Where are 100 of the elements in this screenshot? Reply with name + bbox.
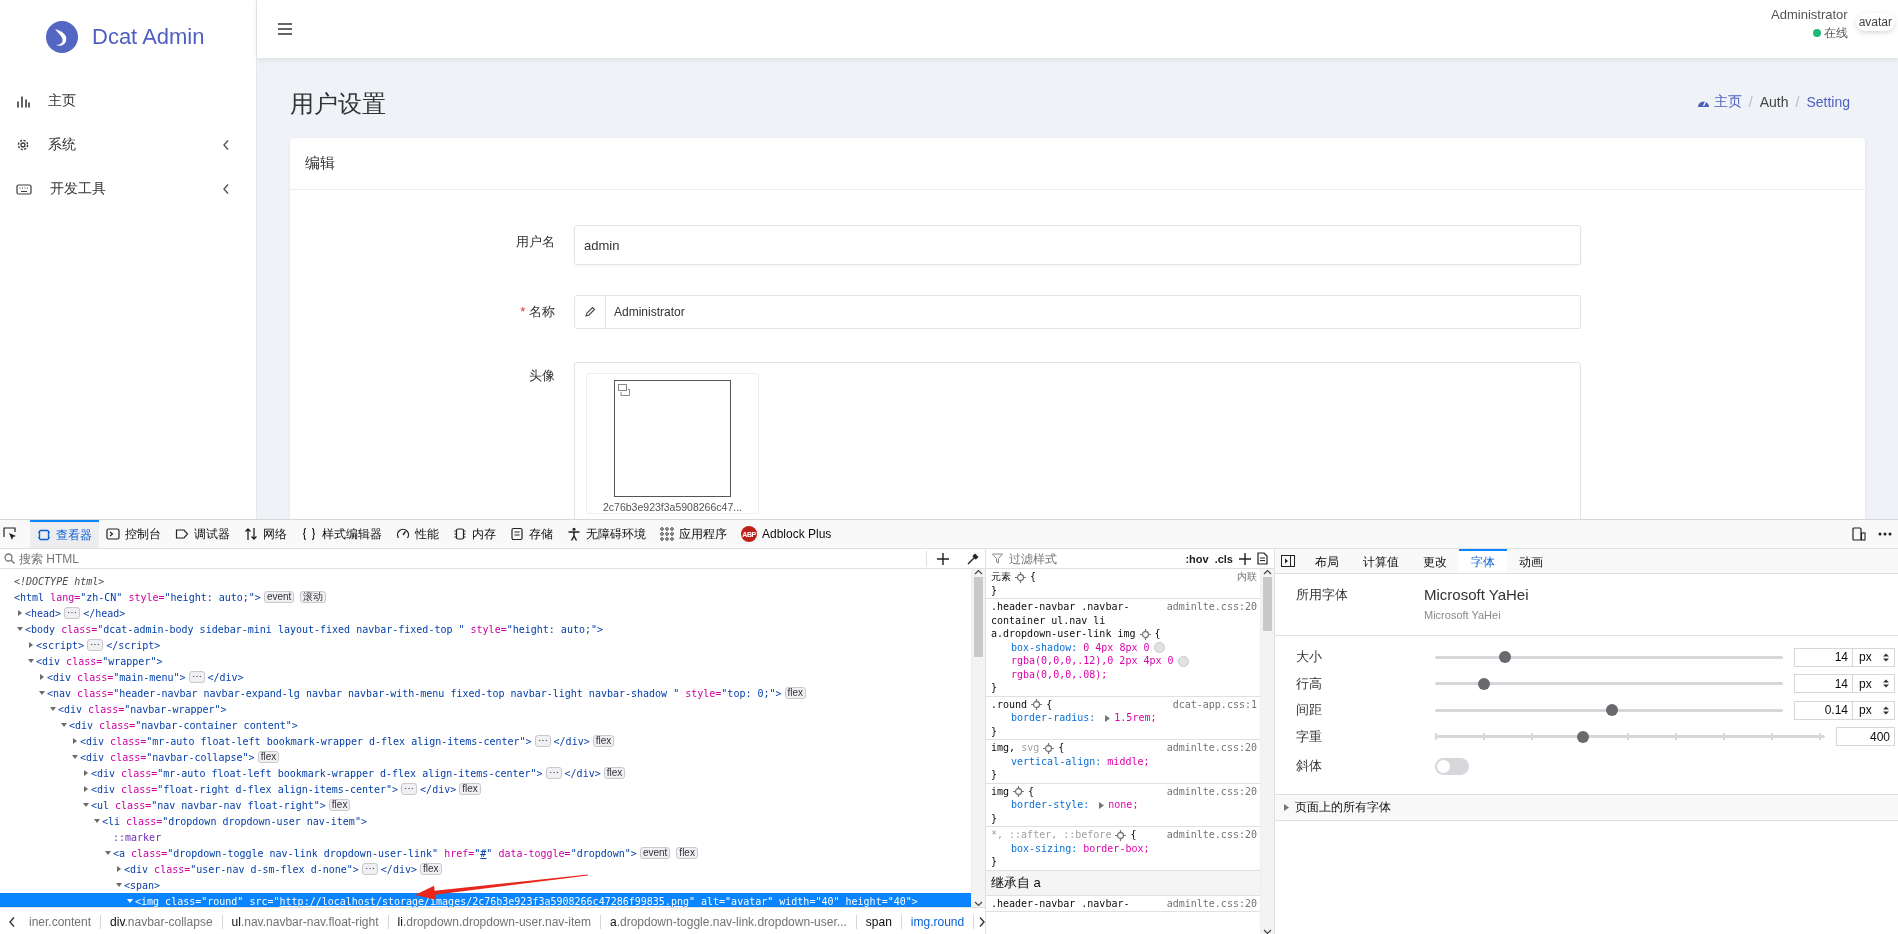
all-fonts-section[interactable]: 页面上的所有字体 <box>1275 794 1898 821</box>
color-swatch[interactable] <box>1177 655 1189 667</box>
filter-field[interactable]: 过滤样式 <box>1009 551 1180 566</box>
expand-triangle-icon[interactable] <box>1104 713 1112 723</box>
color-swatch[interactable] <box>1153 642 1165 653</box>
chevron-right-icon[interactable] <box>978 915 987 928</box>
number-field[interactable]: 0.14 <box>1794 700 1853 720</box>
breadcrumb-node[interactable]: span <box>856 914 902 929</box>
devtools-tab[interactable]: 存储 <box>503 520 560 548</box>
more-icon[interactable] <box>1878 532 1892 536</box>
unit-select[interactable]: px <box>1853 700 1895 720</box>
markup-badge[interactable]: flex <box>419 863 442 875</box>
source-link[interactable]: adminlte.css:20 <box>1166 741 1257 755</box>
devtools-tab[interactable]: 性能 <box>389 520 446 548</box>
expand-triangle-icon[interactable] <box>1098 800 1106 810</box>
menu-item[interactable]: 开发工具 <box>0 167 256 211</box>
selected-row-highlight[interactable]: <img class="round" src="http://localhost/storage/images/2c76b3e923f3a5908266c47286f99835.png" alt="avatar" width="40" height="40"> <box>0 893 971 907</box>
scrollbar-thumb[interactable] <box>974 577 983 657</box>
menu-item[interactable]: 主页 <box>0 79 256 123</box>
add-icon[interactable] <box>937 552 949 565</box>
slider-thumb[interactable] <box>1498 651 1511 664</box>
breadcrumb-node[interactable]: ul.nav.navbar-nav.float-right <box>222 914 389 929</box>
markup-badge[interactable]: flex <box>459 783 481 795</box>
breadcrumb-node[interactable]: div.navbar-collapse <box>101 914 223 929</box>
source-link[interactable]: adminlte.css:20 <box>1166 784 1257 798</box>
devtools-tab[interactable]: 调试器 <box>168 520 237 548</box>
devtools-tab[interactable]: 内存 <box>446 520 503 548</box>
responsive-icon[interactable] <box>1852 527 1866 541</box>
css-property[interactable]: border-radius: <box>1011 712 1096 723</box>
sidebar-toggle-icon[interactable] <box>1281 555 1295 567</box>
text-field[interactable]: admin <box>574 225 1581 265</box>
sidebar-tab[interactable]: 计算值 <box>1351 549 1411 573</box>
unit-select[interactable]: px <box>1853 647 1895 667</box>
sidebar-tab[interactable]: 更改 <box>1411 549 1459 573</box>
breadcrumb-node[interactable]: a.dropdown-toggle.nav-link.dropdown-user... <box>601 914 857 929</box>
number-field[interactable]: 14 <box>1794 674 1853 694</box>
css-property[interactable]: border-style: <box>1011 799 1090 810</box>
devtools-tab[interactable]: 样式编辑器 <box>294 520 389 548</box>
markup-badge[interactable]: ⋯ <box>545 767 562 779</box>
pick-element-icon[interactable] <box>2 526 18 542</box>
slider-thumb[interactable] <box>1477 677 1490 690</box>
source-link[interactable]: 内联 <box>1237 570 1257 584</box>
search-field[interactable]: 搜索 HTML <box>19 550 916 567</box>
markup-badge[interactable]: flex <box>603 767 626 779</box>
markup-badge[interactable]: ⋯ <box>64 607 81 619</box>
number-field[interactable]: 400 <box>1836 727 1895 747</box>
markup-badge[interactable]: ⋯ <box>361 863 378 875</box>
css-property[interactable]: box-shadow: <box>1011 641 1078 653</box>
markup-badge[interactable]: flex <box>676 847 698 859</box>
number-field[interactable]: 14 <box>1794 647 1853 667</box>
css-value[interactable]: 1.5rem; <box>1114 712 1157 723</box>
breadcrumb-node[interactable]: iner.content <box>20 914 102 929</box>
toggle-switch[interactable] <box>1435 757 1469 775</box>
css-value[interactable]: rgba(0,0,0,.08); <box>1011 668 1108 680</box>
chevron-left-icon[interactable] <box>8 915 16 928</box>
class-toggle[interactable]: .cls <box>1214 552 1233 565</box>
css-value[interactable]: none; <box>1108 799 1139 810</box>
scroll-down-icon[interactable] <box>974 901 983 907</box>
scrollbar-thumb[interactable] <box>1263 577 1272 631</box>
devtools-tab[interactable]: 控制台 <box>99 520 168 548</box>
breadcrumb-node[interactable]: li.dropdown.dropdown-user.nav-item <box>388 914 601 929</box>
css-property[interactable]: box-sizing: <box>1011 842 1078 854</box>
devtools-tab[interactable]: 网络 <box>237 520 294 548</box>
add-icon[interactable] <box>1239 552 1251 565</box>
node-icon[interactable] <box>1115 829 1127 841</box>
breadcrumb-node[interactable]: img.round <box>901 914 975 929</box>
menu-icon[interactable] <box>278 23 292 35</box>
node-icon[interactable] <box>1013 786 1025 797</box>
css-property[interactable]: vertical-align: <box>1011 755 1102 767</box>
avatar-alt-text[interactable]: avatar <box>1855 13 1895 31</box>
css-value[interactable]: middle; <box>1107 755 1150 767</box>
sidebar-tab[interactable]: 布局 <box>1303 549 1351 573</box>
markup-badge[interactable]: event <box>639 847 671 859</box>
markup-badge[interactable]: flex <box>592 735 615 747</box>
menu-item[interactable]: 系统 <box>0 123 256 167</box>
unit-select[interactable]: px <box>1853 674 1895 694</box>
devtools-tab[interactable]: 无障碍环境 <box>560 520 653 548</box>
devtools-tab[interactable]: 应用程序 <box>653 520 734 548</box>
text-field[interactable]: Administrator <box>606 295 1581 329</box>
scroll-down-icon[interactable] <box>1263 929 1272 934</box>
markup-badge[interactable]: ⋯ <box>534 735 551 747</box>
source-link[interactable]: adminlte.css:20 <box>1166 828 1257 842</box>
scrollbar[interactable] <box>1260 569 1274 934</box>
markup-badge[interactable]: ⋯ <box>188 671 205 683</box>
eyedropper-icon[interactable] <box>967 552 979 565</box>
document-icon[interactable] <box>1257 552 1268 565</box>
source-link[interactable]: adminlte.css:20 <box>1166 600 1257 614</box>
markup-badge[interactable]: ⋯ <box>401 783 418 795</box>
markup-badge[interactable]: event <box>263 591 295 603</box>
source-link[interactable]: adminlte.css:20 <box>1166 896 1257 910</box>
sidebar-tab[interactable]: 字体 <box>1459 549 1507 573</box>
markup-badge[interactable]: flex <box>328 799 351 811</box>
breadcrumb-link[interactable]: Setting <box>1806 94 1850 110</box>
scrollbar[interactable] <box>971 569 985 907</box>
markup-badge[interactable]: ⋯ <box>87 639 104 651</box>
markup-badge[interactable]: flex <box>784 687 807 699</box>
node-icon[interactable] <box>1043 742 1055 754</box>
css-value[interactable]: 0 4px 8px 0 <box>1083 641 1165 653</box>
slider-thumb[interactable] <box>1577 730 1590 743</box>
node-icon[interactable] <box>1139 628 1151 640</box>
